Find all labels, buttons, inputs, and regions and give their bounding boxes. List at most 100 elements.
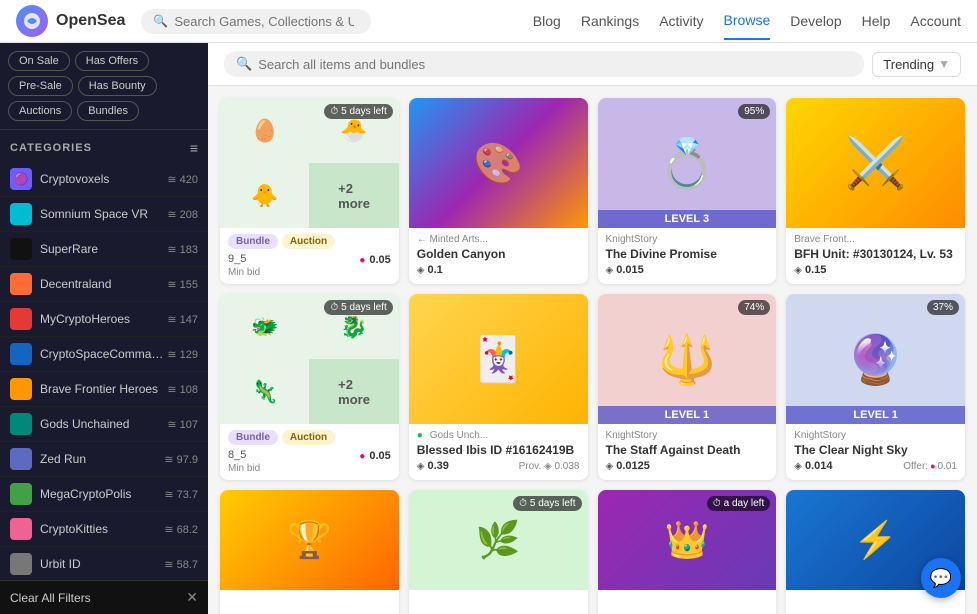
card-7[interactable]: 37% 🔮 LEVEL 1 KnightStory The Clear Nigh… xyxy=(786,294,965,480)
card-7-name: The Clear Night Sky xyxy=(794,443,957,457)
sidebar-item-gods[interactable]: Gods Unchained ≅ 107 xyxy=(0,407,208,442)
card-3-eth-val: 0.15 xyxy=(805,264,826,276)
cat-count-somnium: ≅ 208 xyxy=(167,208,198,221)
sidebar-item-decentraland[interactable]: Decentraland ≅ 155 xyxy=(0,267,208,302)
clear-filters-button[interactable]: Clear All Filters xyxy=(10,591,91,605)
categories-header: CATEGORIES ≡ xyxy=(0,130,208,162)
sort-icon[interactable]: ≡ xyxy=(190,140,198,156)
card-4-eth-val: 0.05 xyxy=(369,450,390,462)
cat-icon-gods xyxy=(10,413,32,435)
sidebar-item-urbit[interactable]: Urbit ID ≅ 58.7 xyxy=(0,547,208,582)
card-0-auction-tag: Auction xyxy=(282,234,335,249)
sidebar-item-megacrypto[interactable]: MegaCryptoPolis ≅ 73.7 xyxy=(0,477,208,512)
nav-develop[interactable]: Develop xyxy=(790,3,841,39)
cat-count-megacrypto: ≅ 73.7 xyxy=(164,488,198,501)
content-search-bar[interactable]: 🔍 xyxy=(224,51,864,77)
cat-count-mycrypto: ≅ 147 xyxy=(167,313,198,326)
card-2-eth: ◈ 0.015 xyxy=(606,264,644,276)
card-0-footer: Bundle Auction 9_5 ● 0.05 Min bid xyxy=(220,228,399,284)
card-1-bottom: ◈ 0.1 xyxy=(417,264,580,276)
search-icon: 🔍 xyxy=(153,14,168,28)
logo-icon xyxy=(16,5,48,37)
card-1-info: ← Minted Arts... Golden Canyon ◈ 0.1 xyxy=(409,228,588,282)
nav-activity[interactable]: Activity xyxy=(659,3,703,39)
card-7-percent: 37% xyxy=(927,300,959,315)
cat-name-cryptovoxels: Cryptovoxels xyxy=(40,172,167,186)
nav-help[interactable]: Help xyxy=(862,3,891,39)
cat-icon-cryptokitties xyxy=(10,518,32,540)
cat-count-urbit: ≅ 58.7 xyxy=(164,558,198,571)
cat-name-gods: Gods Unchained xyxy=(40,417,167,431)
filter-bundles[interactable]: Bundles xyxy=(77,101,139,121)
card-4[interactable]: ⏱ 5 days left 🐲 🐉 🦎 +2more Bundle Auctio… xyxy=(220,294,399,480)
cat-icon-brave xyxy=(10,378,32,400)
card-5[interactable]: 🃏 ● Gods Unch... Blessed Ibis ID #161624… xyxy=(409,294,588,480)
card-9[interactable]: ⏱ 5 days left 🌿 xyxy=(409,490,588,614)
card-0-image: ⏱ 5 days left 🥚 🐣 🐥 +2more xyxy=(220,98,399,228)
cat-count-zed: ≅ 97.9 xyxy=(164,453,198,466)
cat-name-cryptokitties: CryptoKitties xyxy=(40,522,164,536)
chat-button[interactable]: 💬 xyxy=(921,558,961,598)
cat-count-cryptospace: ≅ 129 xyxy=(167,348,198,361)
card-7-eth-val: 0.014 xyxy=(805,460,833,472)
card-3-source: Brave Front... xyxy=(794,234,957,245)
card-8-icon: 🏆 xyxy=(287,519,332,561)
cat-name-mycrypto: MyCryptoHeroes xyxy=(40,312,167,326)
filter-pre-sale[interactable]: Pre-Sale xyxy=(8,76,73,96)
card-2-level: LEVEL 3 xyxy=(598,210,777,228)
content-search-input[interactable] xyxy=(258,57,852,72)
sort-dropdown[interactable]: Trending ▼ xyxy=(872,52,961,77)
cards-grid: ⏱ 5 days left 🥚 🐣 🐥 +2more Bundle Auctio… xyxy=(208,86,977,614)
card-8-image: 🏆 xyxy=(220,490,399,590)
card-6-bottom: ◈ 0.0125 xyxy=(606,460,769,472)
sidebar-item-cryptokitties[interactable]: CryptoKitties ≅ 68.2 xyxy=(0,512,208,547)
cat-icon-decentraland xyxy=(10,273,32,295)
card-0-timer: ⏱ 5 days left xyxy=(324,104,392,119)
card-1-art-icon: 🎨 xyxy=(473,140,523,187)
card-2-bottom: ◈ 0.015 xyxy=(606,264,769,276)
nav-browse[interactable]: Browse xyxy=(724,2,771,40)
card-6[interactable]: 74% 🔱 LEVEL 1 KnightStory The Staff Agai… xyxy=(598,294,777,480)
nav-blog[interactable]: Blog xyxy=(533,3,561,39)
sidebar-item-zed[interactable]: Zed Run ≅ 97.9 xyxy=(0,442,208,477)
nav-account[interactable]: Account xyxy=(910,3,961,39)
card-3-image: ⚔️ xyxy=(786,98,965,228)
card-2-eth-val: 0.015 xyxy=(616,264,644,276)
nav-links: Blog Rankings Activity Browse Develop He… xyxy=(533,2,961,40)
card-2[interactable]: 95% 💍 LEVEL 3 KnightStory The Divine Pro… xyxy=(598,98,777,284)
filter-has-offers[interactable]: Has Offers xyxy=(75,51,149,71)
sidebar-item-somnium[interactable]: Somnium Space VR ≅ 208 xyxy=(0,197,208,232)
card-2-item-icon: 💍 xyxy=(657,135,717,192)
card-3[interactable]: ⚔️ Brave Front... BFH Unit: #30130124, L… xyxy=(786,98,965,284)
card-5-prov: Prov. ◈ 0.038 xyxy=(519,461,580,472)
card-0[interactable]: ⏱ 5 days left 🥚 🐣 🐥 +2more Bundle Auctio… xyxy=(220,98,399,284)
filter-auctions[interactable]: Auctions xyxy=(8,101,72,121)
card-10[interactable]: ⏱ a day left 👑 xyxy=(598,490,777,614)
main-layout: On Sale Has Offers Pre-Sale Has Bounty A… xyxy=(0,43,977,614)
cat-name-decentraland: Decentraland xyxy=(40,277,167,291)
card-11-icon: ⚡ xyxy=(853,519,898,561)
sidebar-item-cryptospace[interactable]: CryptoSpaceComman... ≅ 129 xyxy=(0,337,208,372)
card-6-info: KnightStory The Staff Against Death ◈ 0.… xyxy=(598,424,777,478)
card-0-eth-val: 0.05 xyxy=(369,254,390,266)
card-1-image: 🎨 xyxy=(409,98,588,228)
filter-has-bounty[interactable]: Has Bounty xyxy=(78,76,157,96)
sidebar-item-mycrypto[interactable]: MyCryptoHeroes ≅ 147 xyxy=(0,302,208,337)
sidebar-item-brave[interactable]: Brave Frontier Heroes ≅ 108 xyxy=(0,372,208,407)
card-0-bundle-tag: Bundle xyxy=(228,234,278,249)
content-search-icon: 🔍 xyxy=(236,56,252,72)
card-5-source-text: Gods Unch... xyxy=(430,430,488,441)
cat-name-somnium: Somnium Space VR xyxy=(40,207,167,221)
sidebar-item-superrare[interactable]: SuperRare ≅ 183 xyxy=(0,232,208,267)
card-0-eth-icon: ● xyxy=(359,255,365,266)
filter-on-sale[interactable]: On Sale xyxy=(8,51,70,71)
card-8[interactable]: 🏆 xyxy=(220,490,399,614)
nav-search-input[interactable] xyxy=(174,14,354,29)
card-1-eth: ◈ 0.1 xyxy=(417,264,443,276)
sidebar-item-cryptovoxels[interactable]: 🟣 Cryptovoxels ≅ 420 xyxy=(0,162,208,197)
card-3-eth: ◈ 0.15 xyxy=(794,264,826,276)
nav-search-bar[interactable]: 🔍 xyxy=(141,9,371,34)
close-filters-icon[interactable]: ✕ xyxy=(186,589,198,606)
nav-rankings[interactable]: Rankings xyxy=(581,3,639,39)
card-1[interactable]: 🎨 ← Minted Arts... Golden Canyon ◈ 0.1 xyxy=(409,98,588,284)
